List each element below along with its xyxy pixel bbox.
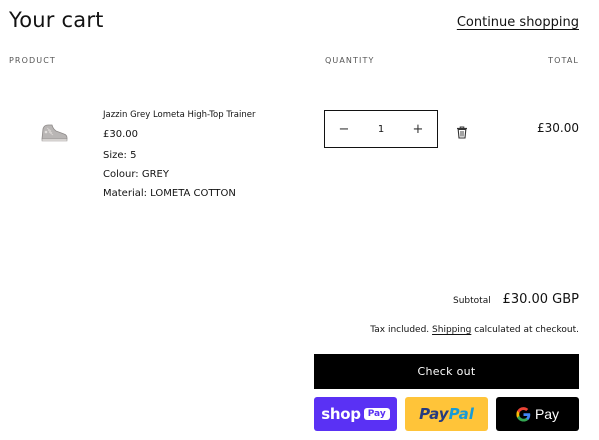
product-price: £30.00: [103, 129, 138, 140]
remove-item-button[interactable]: [456, 124, 468, 139]
sneaker-icon: [41, 124, 68, 142]
trash-icon: [457, 126, 467, 139]
column-header-quantity: QUANTITY: [325, 56, 375, 65]
column-header-product: PRODUCT: [9, 56, 56, 65]
shop-pay-logo: shop: [321, 405, 361, 423]
shipping-link[interactable]: Shipping: [432, 325, 471, 335]
paypal-button[interactable]: PayPal: [405, 397, 488, 431]
shop-pay-chip: Pay: [363, 408, 390, 420]
paypal-logo: PayPal: [419, 405, 474, 423]
google-g-icon: [516, 406, 531, 422]
column-header-total: TOTAL: [548, 56, 579, 65]
product-material: Material: LOMETA COTTON: [103, 188, 236, 199]
minus-icon: −: [338, 121, 350, 137]
tax-note-prefix: Tax included.: [370, 325, 430, 335]
subtotal-label: Subtotal: [453, 296, 491, 306]
line-total: £30.00: [537, 121, 579, 135]
product-size: Size: 5: [103, 150, 137, 161]
checkout-button[interactable]: Check out: [314, 354, 579, 389]
product-colour: Colour: GREY: [103, 169, 169, 180]
continue-shopping-link[interactable]: Continue shopping: [457, 15, 579, 30]
plus-icon: +: [412, 121, 424, 137]
tax-note-suffix: calculated at checkout.: [474, 325, 579, 335]
page-title: Your cart: [9, 8, 104, 32]
google-pay-label: Pay: [534, 406, 560, 422]
decrease-quantity-button[interactable]: −: [325, 111, 363, 147]
subtotal-value: £30.00 GBP: [502, 292, 579, 307]
shop-pay-button[interactable]: shop Pay: [314, 397, 397, 431]
product-thumbnail[interactable]: [38, 120, 70, 144]
tax-note: Tax included. Shipping calculated at che…: [370, 325, 579, 335]
quantity-stepper: − 1 +: [324, 110, 438, 148]
quantity-input[interactable]: 1: [363, 124, 399, 135]
product-name[interactable]: Jazzin Grey Lometa High-Top Trainer: [103, 110, 255, 120]
increase-quantity-button[interactable]: +: [399, 111, 437, 147]
google-pay-button[interactable]: Pay: [496, 397, 579, 431]
